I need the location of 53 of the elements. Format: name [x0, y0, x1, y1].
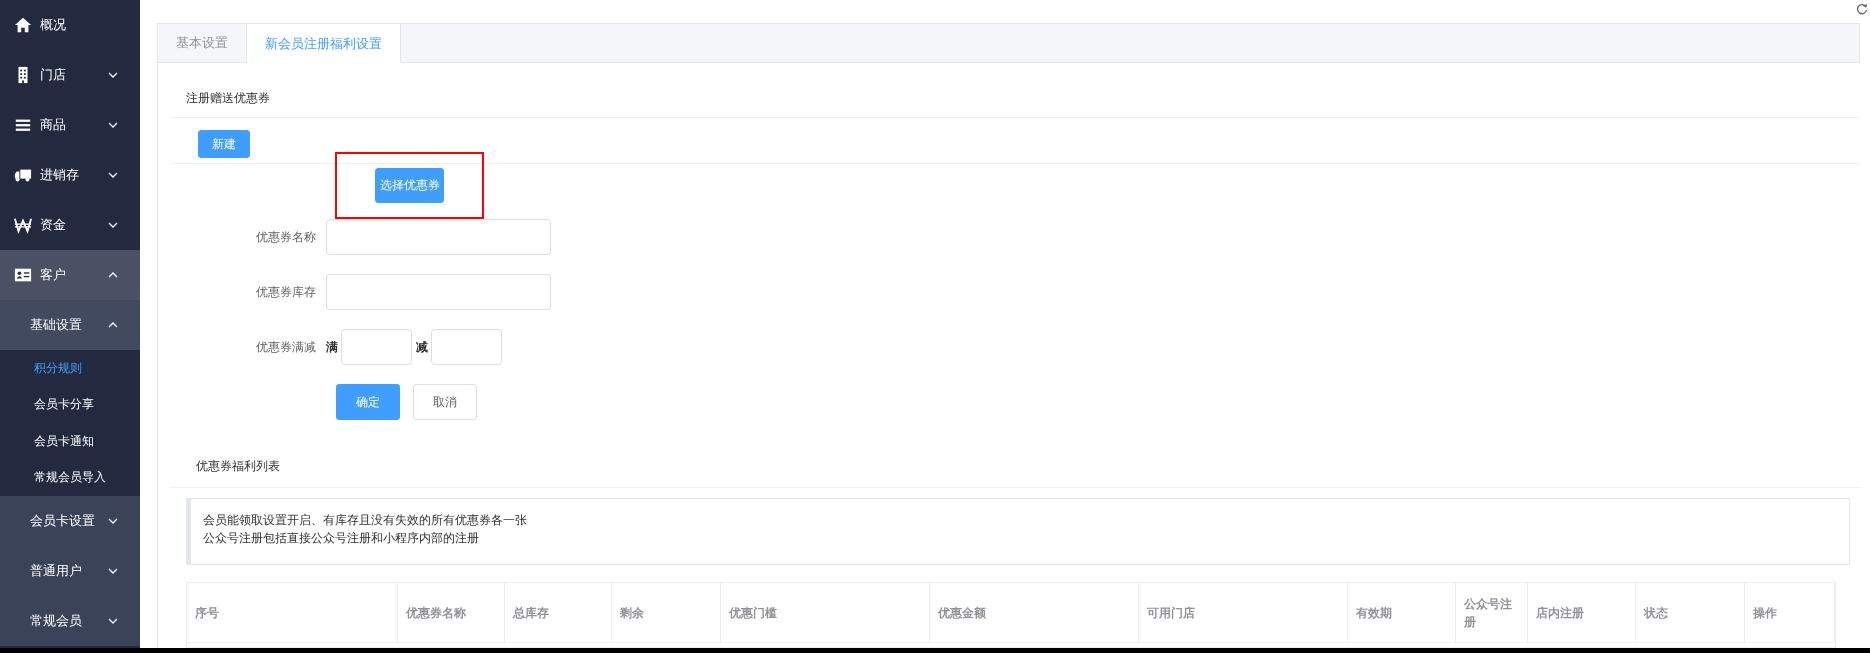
column-header: 优惠门槛: [721, 583, 930, 643]
field-prefix: 满: [326, 338, 338, 356]
column-header: 有效期: [1348, 583, 1456, 643]
sidebar-item[interactable]: 普通用户: [0, 546, 140, 596]
chevron-icon: [108, 566, 118, 576]
sidebar-item[interactable]: 商品: [0, 100, 140, 150]
sidebar-item[interactable]: 资金: [0, 200, 140, 250]
column-header: 可用门店: [1139, 583, 1348, 643]
sidebar-item[interactable]: 积分规则: [0, 350, 140, 387]
field-label: 优惠券名称: [255, 228, 317, 246]
column-header: 公众号注册: [1456, 583, 1528, 643]
sidebar-item[interactable]: 基础设置: [0, 300, 140, 350]
menu-icon: [14, 16, 32, 34]
section-title: 注册赠送优惠券: [186, 90, 270, 107]
input-field[interactable]: [341, 329, 412, 365]
field-label: 优惠券满减: [255, 338, 317, 356]
section-title: 优惠券福利列表: [196, 459, 280, 473]
refresh-icon[interactable]: [1856, 3, 1868, 15]
column-header: 操作: [1745, 583, 1835, 643]
chevron-icon: [108, 70, 118, 80]
chevron-icon: [108, 270, 118, 280]
sidebar-item[interactable]: 概况: [0, 0, 140, 50]
field-label: 优惠券库存: [255, 283, 317, 301]
column-header: 剩余: [612, 583, 721, 643]
column-header: 序号: [187, 583, 398, 643]
chevron-icon: [108, 220, 118, 230]
sidebar-item[interactable]: 会员卡分享: [0, 386, 140, 423]
sidebar-item[interactable]: 会员卡通知: [0, 423, 140, 460]
notice-text: 会员能领取设置开启、有库存且没有失效的所有优惠券各一张: [203, 512, 528, 529]
sidebar-item[interactable]: 门店: [0, 50, 140, 100]
column-header: 优惠券名称: [398, 583, 505, 643]
sidebar-item[interactable]: 客户: [0, 250, 140, 300]
column-header: 状态: [1636, 583, 1745, 643]
chevron-icon: [108, 120, 118, 130]
input-field[interactable]: [326, 219, 551, 255]
sidebar-item[interactable]: 常规会员导入: [0, 459, 140, 496]
chevron-icon: [108, 516, 118, 526]
sidebar-item[interactable]: 进销存: [0, 150, 140, 200]
notice-text: 公众号注册包括直接公众号注册和小程序内部的注册: [203, 530, 480, 547]
column-header: 优惠金额: [930, 583, 1139, 643]
menu-icon: [14, 216, 32, 234]
field-prefix: 减: [416, 338, 428, 356]
sidebar-item[interactable]: 会员卡设置: [0, 496, 140, 546]
sidebar-item[interactable]: 常规会员: [0, 596, 140, 646]
column-header: 店内注册: [1528, 583, 1636, 643]
input-field[interactable]: [326, 274, 551, 310]
menu-icon: [14, 266, 32, 284]
chevron-icon: [108, 170, 118, 180]
cancel-button[interactable]: 取消: [413, 384, 477, 420]
column-header: 总库存: [505, 583, 612, 643]
chevron-icon: [108, 616, 118, 626]
chevron-icon: [108, 320, 118, 330]
input-field[interactable]: [431, 329, 502, 365]
